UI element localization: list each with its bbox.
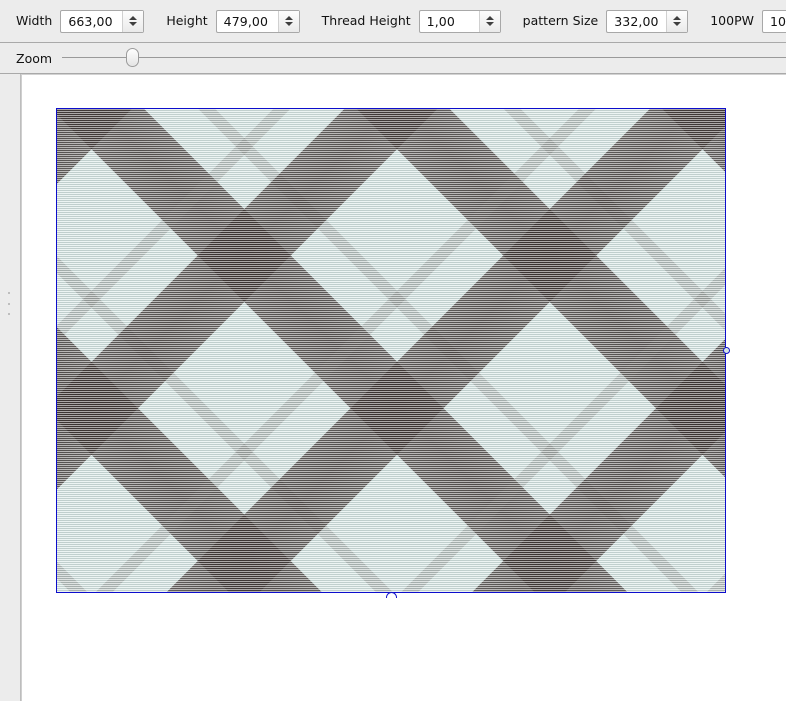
tartan-band-diagonal-left xyxy=(57,109,725,592)
right-resize-handle[interactable] xyxy=(723,346,730,354)
thread-height-input[interactable]: 1,00 xyxy=(427,11,479,32)
pattern-canvas-area[interactable] xyxy=(21,74,786,701)
height-spinbox[interactable]: 479,00 xyxy=(215,9,300,33)
pattern-size-stepper[interactable] xyxy=(666,10,688,32)
tartan-plaid-swatch[interactable] xyxy=(56,108,726,593)
zoom-label: Zoom xyxy=(16,50,53,66)
chevron-up-icon[interactable] xyxy=(129,16,138,20)
pattern-size-input[interactable]: 332,00 xyxy=(614,11,666,32)
left-side-panel xyxy=(0,74,21,701)
width-input[interactable]: 663,00 xyxy=(68,11,122,32)
zoom-slider[interactable] xyxy=(62,47,786,69)
field-group-pattern-size: pattern Size 332,00 xyxy=(522,9,711,33)
hundred-pw-spinbox[interactable]: 100,00 xyxy=(762,9,786,33)
height-label: Height xyxy=(166,12,208,28)
grip-dot-icon xyxy=(8,292,10,294)
thread-height-stepper[interactable] xyxy=(478,10,500,32)
thread-height-spinbox[interactable]: 1,00 xyxy=(418,9,501,33)
width-stepper[interactable] xyxy=(122,10,144,32)
pattern-size-spinbox[interactable]: 332,00 xyxy=(606,9,689,33)
grip-dot-icon xyxy=(8,302,10,305)
width-label: Width xyxy=(16,12,53,28)
bottom-resize-handle[interactable] xyxy=(386,592,397,598)
parameter-toolbar: Width 663,00 Height 479,00 Thread Height xyxy=(0,0,786,43)
hundred-pw-input[interactable]: 100,00 xyxy=(770,11,786,32)
chevron-down-icon[interactable] xyxy=(129,22,138,26)
height-input[interactable]: 479,00 xyxy=(224,11,278,32)
field-group-thread-height: Thread Height 1,00 xyxy=(321,9,523,33)
zoom-toolbar: Zoom xyxy=(0,43,786,74)
chevron-down-icon[interactable] xyxy=(485,22,494,26)
thread-height-label: Thread Height xyxy=(321,12,411,28)
field-group-height: Height 479,00 xyxy=(166,9,321,33)
field-group-hundred-pw: 100PW 100,00 xyxy=(710,9,786,33)
chevron-up-icon[interactable] xyxy=(673,16,682,20)
application-window: Width 663,00 Height 479,00 Thread Height xyxy=(0,0,786,701)
chevron-up-icon[interactable] xyxy=(284,16,293,20)
grip-dot-icon xyxy=(8,313,10,315)
pattern-selection[interactable] xyxy=(56,108,730,598)
chevron-down-icon[interactable] xyxy=(673,22,682,26)
panel-splitter-handle[interactable] xyxy=(8,292,11,315)
height-stepper[interactable] xyxy=(277,10,299,32)
hundred-pw-label: 100PW xyxy=(710,12,754,28)
zoom-slider-handle[interactable] xyxy=(126,48,140,67)
pattern-size-label: pattern Size xyxy=(522,12,599,28)
chevron-up-icon[interactable] xyxy=(485,16,494,20)
field-group-width: Width 663,00 xyxy=(16,9,166,33)
chevron-down-icon[interactable] xyxy=(284,22,293,26)
width-spinbox[interactable]: 663,00 xyxy=(60,9,145,33)
zoom-slider-track[interactable] xyxy=(62,57,786,58)
tartan-weave xyxy=(57,109,725,592)
